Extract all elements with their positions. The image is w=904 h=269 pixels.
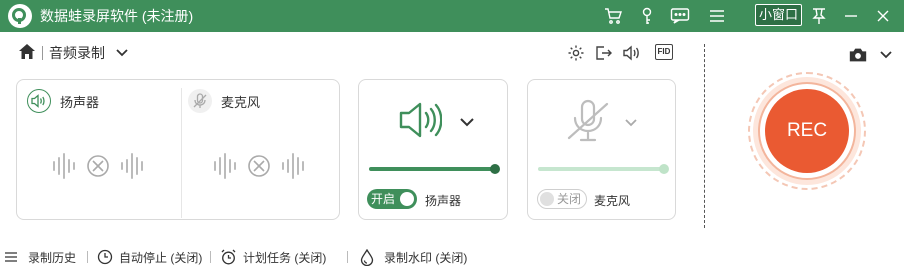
mode-separator <box>42 46 43 60</box>
app-logo-icon <box>8 4 32 28</box>
mini-window-button[interactable]: 小窗口 <box>755 4 803 26</box>
fid-icon[interactable]: FID <box>655 44 673 60</box>
clock-icon <box>97 249 113 265</box>
export-icon[interactable] <box>593 43 613 63</box>
app-title: 数据蛙录屏软件 (未注册) <box>40 8 194 24</box>
pin-icon[interactable] <box>809 6 829 26</box>
speaker-volume-icon[interactable] <box>398 100 442 140</box>
bottom-toolbar: 录制历史 自动停止 (关闭) 计划任务 (关闭) 录制水印 (关闭) <box>0 245 904 269</box>
title-bar: 数据蛙录屏软件 (未注册) 小窗口 <box>0 0 904 32</box>
mode-label: 音频录制 <box>49 45 105 61</box>
alarm-clock-icon <box>221 249 236 265</box>
recording-history-label: 录制历史 <box>28 250 77 265</box>
speaker-toggle-caption: 扬声器 <box>425 194 462 208</box>
panel-divider <box>181 88 182 218</box>
bottom-separator <box>87 251 88 263</box>
mode-selector[interactable]: 音频录制 <box>18 42 129 64</box>
speaker-chevron-down-icon[interactable] <box>459 116 475 128</box>
auto-stop-button[interactable]: 自动停止 (关闭) <box>97 245 202 269</box>
auto-stop-label: 自动停止 (关闭) <box>119 250 203 265</box>
speaker-waveform-icon <box>53 153 143 179</box>
camera-icon[interactable] <box>848 45 868 65</box>
close-icon[interactable] <box>873 6 893 26</box>
menu-icon[interactable] <box>707 6 727 26</box>
chevron-down-icon[interactable] <box>115 46 129 61</box>
mic-toggle-caption: 麦克风 <box>594 194 631 208</box>
mic-source-icon[interactable] <box>188 89 212 113</box>
mic-volume-thumb[interactable] <box>659 164 669 174</box>
mic-muted-icon[interactable] <box>565 98 611 144</box>
mic-toggle-label: 关闭 <box>557 192 582 206</box>
scheduled-task-button[interactable]: 计划任务 (关闭) <box>220 245 326 269</box>
speaker-volume-thumb[interactable] <box>490 164 500 174</box>
speaker-volume-slider[interactable] <box>369 167 497 171</box>
bottom-separator <box>347 251 348 263</box>
mic-source-label: 麦克风 <box>221 95 261 110</box>
scheduled-task-label: 计划任务 (关闭) <box>243 250 327 265</box>
minimize-icon[interactable] <box>841 6 861 26</box>
toggle-knob <box>540 192 554 206</box>
speaker-toggle[interactable]: 开启 <box>367 189 417 209</box>
mic-chevron-down-icon[interactable] <box>624 118 638 128</box>
settings-gear-icon[interactable] <box>566 43 586 63</box>
chat-icon[interactable] <box>670 6 690 26</box>
camera-chevron-down-icon[interactable] <box>876 45 896 65</box>
speaker-small-icon[interactable] <box>622 43 642 63</box>
key-icon[interactable] <box>637 6 657 26</box>
mic-toggle[interactable]: 关闭 <box>537 189 587 209</box>
mic-waveform-icon <box>214 153 304 179</box>
toggle-knob <box>400 192 414 206</box>
water-drop-icon <box>360 248 374 266</box>
speaker-source-label: 扬声器 <box>60 95 100 110</box>
home-icon[interactable] <box>18 43 36 63</box>
speaker-toggle-label: 开启 <box>371 192 396 206</box>
speaker-source-icon[interactable] <box>27 89 51 113</box>
watermark-button[interactable]: 录制水印 (关闭) <box>359 245 467 269</box>
mic-volume-slider[interactable] <box>538 167 666 171</box>
list-icon <box>5 252 17 262</box>
watermark-label: 录制水印 (关闭) <box>384 250 468 265</box>
recording-history-button[interactable]: 录制历史 <box>4 245 76 269</box>
bottom-separator <box>210 251 211 263</box>
rec-button[interactable]: REC <box>765 89 849 173</box>
cart-icon[interactable] <box>603 6 623 26</box>
section-divider <box>704 44 705 228</box>
